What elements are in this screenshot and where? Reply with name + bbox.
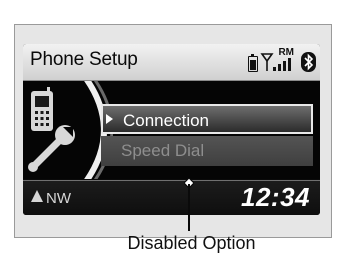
display-frame: Phone Setup RM Connection Speed Dial NW …	[14, 24, 332, 238]
selection-arrow-icon	[106, 114, 113, 124]
menu-area: Connection Speed Dial	[23, 81, 320, 179]
callout-label: Disabled Option	[127, 233, 256, 253]
bottom-status-bar: NW 12:34	[23, 180, 320, 215]
menu-item-connection[interactable]: Connection	[101, 104, 313, 134]
battery-icon	[248, 54, 258, 72]
bluetooth-icon	[301, 52, 316, 72]
side-panel	[23, 81, 113, 179]
menu-item-speed-dial: Speed Dial	[101, 136, 313, 166]
compass-heading: NW	[31, 190, 71, 207]
menu-item-label: Connection	[123, 111, 210, 130]
clock: 12:34	[241, 182, 310, 212]
compass-label: NW	[46, 190, 71, 207]
title-bar: Phone Setup RM	[23, 44, 320, 81]
menu-item-label: Speed Dial	[121, 141, 205, 160]
page-title: Phone Setup	[30, 49, 138, 70]
phone-settings-icon	[28, 87, 75, 172]
roaming-indicator: RM	[278, 47, 294, 58]
callout-line	[188, 184, 190, 231]
infotainment-screen: Phone Setup RM Connection Speed Dial NW …	[23, 44, 320, 215]
menu-list: Connection Speed Dial	[101, 81, 320, 179]
compass-arrow-icon	[31, 190, 43, 202]
